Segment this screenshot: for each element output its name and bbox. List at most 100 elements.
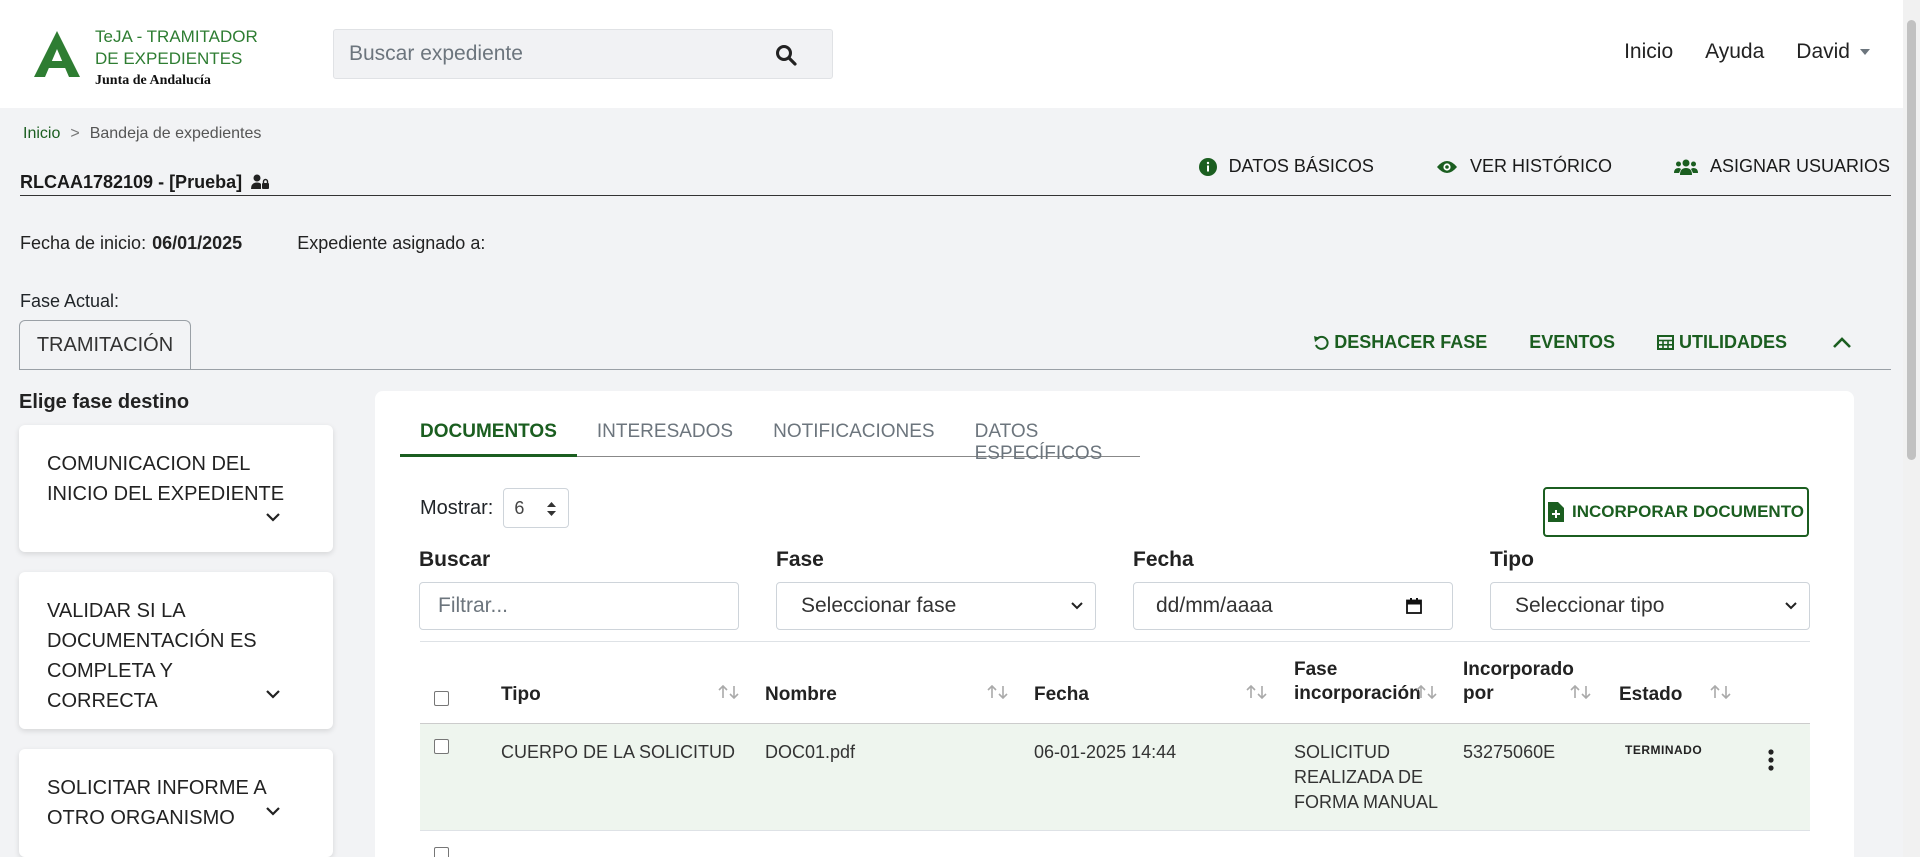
- ver-historico-label: VER HISTÓRICO: [1469, 156, 1612, 176]
- expediente-id: RLCAA1782109 - [Prueba]: [20, 172, 243, 192]
- more-vertical-icon[interactable]: [1768, 749, 1774, 771]
- panel-tabs: DOCUMENTOS INTERESADOS NOTIFICACIONES DA…: [400, 421, 1140, 464]
- expediente-info: Fecha de inicio: 06/01/2025 Expediente as…: [20, 233, 485, 254]
- datos-basicos-label: DATOS BÁSICOS: [1228, 156, 1374, 176]
- tab-documentos[interactable]: DOCUMENTOS: [400, 421, 577, 457]
- th-nombre[interactable]: Nombre: [765, 683, 837, 707]
- eventos-button[interactable]: EVENTOS: [1529, 332, 1615, 353]
- cell-incorporado-por: 53275060E: [1463, 742, 1556, 762]
- tab-interesados[interactable]: INTERESADOS: [577, 421, 753, 457]
- nav-ayuda[interactable]: Ayuda: [1705, 40, 1764, 64]
- chevron-down-icon: [1785, 602, 1797, 610]
- cell-nombre[interactable]: DOC01.pdf: [765, 740, 855, 765]
- buscar-input[interactable]: Filtrar...: [419, 582, 739, 630]
- fase-filter-label: Fase: [776, 548, 824, 571]
- nav-inicio[interactable]: Inicio: [1624, 40, 1673, 64]
- th-fecha[interactable]: Fecha: [1034, 683, 1089, 707]
- status-badge: TERMINADO: [1625, 743, 1703, 757]
- user-name: David: [1796, 40, 1850, 63]
- deshacer-fase-label: DESHACER FASE: [1334, 332, 1488, 352]
- datos-basicos-button[interactable]: DATOS BÁSICOS: [1198, 156, 1374, 177]
- expediente-title: RLCAA1782109 - [Prueba]: [20, 172, 270, 193]
- fase-select-value: Seleccionar fase: [801, 594, 957, 617]
- asignar-usuarios-button[interactable]: ASIGNAR USUARIOS: [1673, 156, 1890, 177]
- sort-icon[interactable]: [1246, 685, 1268, 699]
- chevron-down-icon: [266, 807, 280, 816]
- mostrar-label: Mostrar:: [420, 496, 494, 519]
- app-header: TeJA - TRAMITADOR DE EXPEDIENTES Junta d…: [0, 0, 1920, 108]
- asignado-label: Expediente asignado a:: [297, 233, 486, 253]
- breadcrumb-current: Bandeja de expedientes: [89, 125, 262, 142]
- cell-tipo: CUERPO DE LA SOLICITUD: [501, 742, 736, 762]
- filter-buscar: Buscar Filtrar...: [419, 548, 739, 630]
- th-estado[interactable]: Estado: [1619, 683, 1682, 707]
- th-incorporado-por[interactable]: Incorporado por: [1463, 658, 1574, 706]
- fecha-inicio-value: 06/01/2025: [152, 233, 243, 253]
- sort-icon[interactable]: [1710, 685, 1732, 699]
- fecha-filter-label: Fecha: [1133, 548, 1194, 571]
- deshacer-fase-button[interactable]: DESHACER FASE: [1313, 332, 1487, 353]
- sort-icon[interactable]: [1570, 685, 1592, 699]
- page-scrollbar[interactable]: [1903, 0, 1920, 857]
- search-input[interactable]: [334, 30, 754, 78]
- sort-icon[interactable]: [1416, 685, 1438, 699]
- th-fase[interactable]: Fase incorporación: [1294, 658, 1421, 706]
- tab-datos-especificos[interactable]: DATOS ESPECÍFICOS: [955, 421, 1140, 464]
- page-size-control: Mostrar: 6: [420, 488, 570, 528]
- search-box: [333, 29, 833, 79]
- tab-fase-actual[interactable]: TRAMITACIÓN: [19, 320, 191, 370]
- chevron-down-icon: [266, 690, 280, 699]
- sort-icon[interactable]: [987, 685, 1009, 699]
- eventos-label: EVENTOS: [1529, 332, 1615, 352]
- row-checkbox[interactable]: [434, 739, 449, 754]
- fase-destino-title: Elige fase destino: [19, 391, 190, 413]
- calendar-icon[interactable]: [1406, 598, 1422, 614]
- table-top-divider: [420, 641, 1810, 642]
- row-divider: [420, 830, 1810, 831]
- fecha-placeholder: dd/mm/aaaa: [1156, 594, 1273, 617]
- info-circle-icon: [1198, 157, 1217, 176]
- top-nav: Inicio Ayuda David: [1592, 40, 1870, 64]
- page-size-value: 6: [514, 497, 525, 518]
- search-icon[interactable]: [775, 44, 797, 66]
- chevron-down-icon: [1860, 49, 1870, 56]
- tipo-select[interactable]: Seleccionar tipo: [1490, 582, 1810, 630]
- select-all-checkbox[interactable]: [434, 691, 449, 706]
- app-title: TeJA - TRAMITADOR DE EXPEDIENTES: [95, 27, 258, 68]
- chevron-down-icon: [266, 513, 280, 522]
- row-checkbox[interactable]: [434, 847, 449, 857]
- filter-fase: Fase Seleccionar fase: [776, 548, 1096, 630]
- fase-card-comunicacion[interactable]: COMUNICACION DEL INICIO DEL EXPEDIENTE: [19, 425, 333, 552]
- expediente-actions: DATOS BÁSICOS VER HISTÓRICO ASIGNAR USUA…: [1137, 156, 1890, 177]
- user-menu[interactable]: David: [1796, 40, 1870, 64]
- fase-card-validar[interactable]: VALIDAR SI LA DOCUMENTACIÓN ES COMPLETA …: [19, 572, 333, 729]
- tab-notificaciones[interactable]: NOTIFICACIONES: [753, 421, 955, 457]
- tipo-select-value: Seleccionar tipo: [1515, 594, 1665, 617]
- cell-fase: SOLICITUD REALIZADA DE FORMA MANUAL: [1294, 742, 1439, 812]
- fase-select[interactable]: Seleccionar fase: [776, 582, 1096, 630]
- th-tipo[interactable]: Tipo: [501, 683, 541, 707]
- sort-icon[interactable]: [718, 685, 740, 699]
- fase-card-label: VALIDAR SI LA DOCUMENTACIÓN ES COMPLETA …: [47, 600, 257, 712]
- logo-text: TeJA - TRAMITADOR DE EXPEDIENTES Junta d…: [95, 26, 285, 89]
- breadcrumb-home[interactable]: Inicio: [23, 125, 60, 142]
- fase-card-solicitar-informe[interactable]: SOLICITAR INFORME A OTRO ORGANISMO: [19, 749, 333, 857]
- chevron-up-icon[interactable]: [1832, 336, 1852, 349]
- fase-card-label: SOLICITAR INFORME A OTRO ORGANISMO: [47, 777, 266, 829]
- junta-andalucia-logo-icon[interactable]: [30, 29, 84, 79]
- sort-arrows-icon: [547, 502, 557, 516]
- incorporar-documento-button[interactable]: INCORPORAR DOCUMENTO: [1543, 487, 1809, 537]
- ver-historico-button[interactable]: VER HISTÓRICO: [1436, 156, 1612, 177]
- fecha-input[interactable]: dd/mm/aaaa: [1133, 582, 1453, 630]
- phase-actions: DESHACER FASE EVENTOS UTILIDADES: [1271, 332, 1852, 353]
- utilidades-button[interactable]: UTILIDADES: [1657, 332, 1787, 353]
- title-divider: [20, 195, 1891, 196]
- phase-divider: [19, 369, 1891, 370]
- filter-fecha: Fecha dd/mm/aaaa: [1133, 548, 1453, 630]
- breadcrumb: Inicio > Bandeja de expedientes: [23, 125, 261, 143]
- scrollbar-thumb[interactable]: [1907, 20, 1916, 460]
- page-size-select[interactable]: 6: [503, 488, 570, 528]
- asignar-usuarios-label: ASIGNAR USUARIOS: [1709, 156, 1890, 176]
- utilidades-label: UTILIDADES: [1679, 332, 1787, 352]
- buscar-label: Buscar: [419, 548, 491, 571]
